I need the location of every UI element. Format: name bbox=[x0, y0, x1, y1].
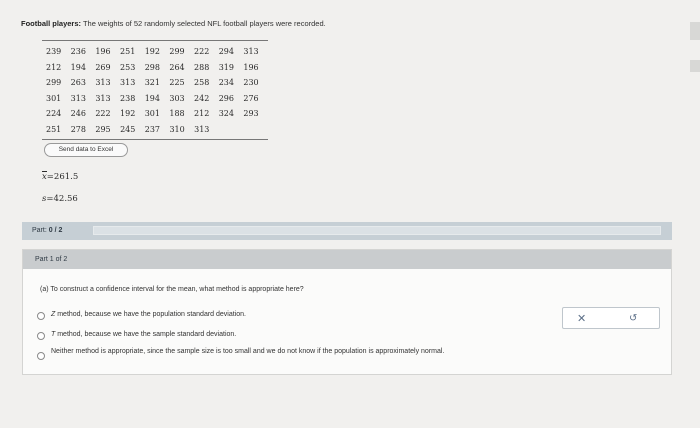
part-progress-label: Part: 0 / 2 bbox=[32, 227, 62, 234]
sample-sd: s=42.56 bbox=[42, 194, 78, 204]
data-cell: 321 bbox=[144, 78, 160, 88]
data-row: 224 246 222 192 301 188 212 324 293 bbox=[46, 106, 268, 122]
send-to-excel-button[interactable]: Send data to Excel bbox=[44, 143, 128, 157]
data-cell: 212 bbox=[46, 62, 62, 72]
data-cell: 269 bbox=[95, 62, 111, 72]
data-row: 212 194 269 253 298 264 288 319 196 bbox=[46, 60, 268, 76]
data-cell: 313 bbox=[70, 93, 86, 103]
data-cell: 313 bbox=[95, 78, 111, 88]
data-cell: 251 bbox=[120, 47, 136, 57]
data-cell: 237 bbox=[144, 124, 161, 134]
data-cell: 263 bbox=[70, 78, 86, 88]
radio-button[interactable] bbox=[37, 352, 45, 360]
option-z-method[interactable]: Z method, because we have the population… bbox=[37, 311, 246, 320]
problem-intro: Football players: The weights of 52 rand… bbox=[21, 19, 326, 28]
data-cell: 258 bbox=[194, 78, 210, 88]
option-t-method[interactable]: T method, because we have the sample sta… bbox=[37, 331, 236, 340]
option-neither-method[interactable]: Neither method is appropriate, since the… bbox=[37, 347, 557, 360]
part-progress-bar: Part: 0 / 2 bbox=[22, 222, 672, 240]
data-row: 239 236 196 251 192 299 222 294 313 bbox=[46, 44, 268, 60]
data-cell: 253 bbox=[120, 62, 136, 72]
data-row: 251 278 295 245 237 310 313 bbox=[46, 122, 268, 138]
data-cell: 313 bbox=[194, 124, 210, 134]
data-cell: 212 bbox=[194, 109, 210, 119]
data-cell: 192 bbox=[144, 47, 160, 57]
data-cell: 238 bbox=[120, 93, 136, 103]
data-cell: 225 bbox=[169, 78, 185, 88]
data-cell: 234 bbox=[218, 78, 234, 88]
clear-icon[interactable]: ✕ bbox=[577, 312, 586, 325]
progress-track bbox=[93, 226, 661, 235]
edge-fragment bbox=[690, 60, 700, 72]
data-cell: 251 bbox=[46, 124, 62, 134]
radio-button[interactable] bbox=[37, 332, 45, 340]
data-cell: 299 bbox=[46, 78, 62, 88]
data-cell: 196 bbox=[95, 47, 111, 57]
question-page: Football players: The weights of 52 rand… bbox=[0, 0, 700, 428]
problem-text: The weights of 52 randomly selected NFL … bbox=[81, 19, 326, 28]
mean-value: =261.5 bbox=[46, 172, 79, 182]
data-cell: 194 bbox=[70, 62, 86, 72]
data-cell: 296 bbox=[218, 93, 234, 103]
data-cell: 301 bbox=[46, 93, 62, 103]
data-cell: 310 bbox=[169, 124, 185, 134]
data-cell: 313 bbox=[120, 78, 136, 88]
data-cell: 313 bbox=[95, 93, 111, 103]
data-table: 239 236 196 251 192 299 222 294 313 212 194 269 253 2… bbox=[42, 40, 268, 140]
part-header: Part 1 of 2 bbox=[23, 250, 671, 269]
data-cell: 222 bbox=[194, 47, 210, 57]
option-text: method, because we have the population s… bbox=[55, 311, 246, 318]
part-count: 0 / 2 bbox=[48, 227, 63, 234]
data-row: 299 263 313 313 321 225 258 234 230 bbox=[46, 75, 268, 91]
mean-symbol: x bbox=[42, 172, 47, 182]
option-text: method, because we have the sample stand… bbox=[55, 331, 237, 338]
radio-button[interactable] bbox=[37, 312, 45, 320]
data-cell: 295 bbox=[95, 124, 111, 134]
data-cell: 230 bbox=[243, 78, 259, 88]
data-cell: 294 bbox=[218, 47, 234, 57]
data-cell: 196 bbox=[243, 62, 259, 72]
data-row: 301 313 313 238 194 303 242 296 276 bbox=[46, 91, 268, 107]
data-cell: 194 bbox=[144, 93, 160, 103]
data-cell: 245 bbox=[120, 124, 136, 134]
sample-mean: x=261.5 bbox=[42, 172, 78, 182]
edge-fragment bbox=[690, 22, 700, 40]
data-cell: 224 bbox=[46, 109, 62, 119]
undo-icon[interactable]: ↺ bbox=[629, 313, 637, 324]
data-cell: 192 bbox=[120, 109, 136, 119]
data-cell: 293 bbox=[243, 109, 259, 119]
question-text: (a) To construct a confidence interval f… bbox=[40, 286, 304, 293]
data-cell: 301 bbox=[144, 109, 160, 119]
part-label-text: Part: bbox=[32, 227, 47, 234]
option-text: Neither method is appropriate, since the… bbox=[51, 348, 445, 355]
data-cell: 278 bbox=[70, 124, 86, 134]
data-cell: 188 bbox=[169, 109, 185, 119]
data-cell: 303 bbox=[169, 93, 185, 103]
data-cell: 288 bbox=[194, 62, 210, 72]
data-cell: 298 bbox=[144, 62, 160, 72]
data-cell: 276 bbox=[243, 93, 259, 103]
data-cell: 239 bbox=[46, 47, 62, 57]
answer-actions: ✕ ↺ bbox=[562, 307, 660, 329]
data-cell: 264 bbox=[169, 62, 185, 72]
data-cell: 324 bbox=[218, 109, 234, 119]
data-cell: 299 bbox=[169, 47, 185, 57]
data-cell: 319 bbox=[218, 62, 234, 72]
data-cell: 246 bbox=[70, 109, 86, 119]
data-cell: 236 bbox=[70, 47, 86, 57]
data-cell: 222 bbox=[95, 109, 111, 119]
problem-label: Football players: bbox=[21, 19, 82, 28]
data-cell: 242 bbox=[194, 93, 210, 103]
sd-value: =42.56 bbox=[46, 194, 78, 204]
data-cell: 313 bbox=[243, 47, 259, 57]
